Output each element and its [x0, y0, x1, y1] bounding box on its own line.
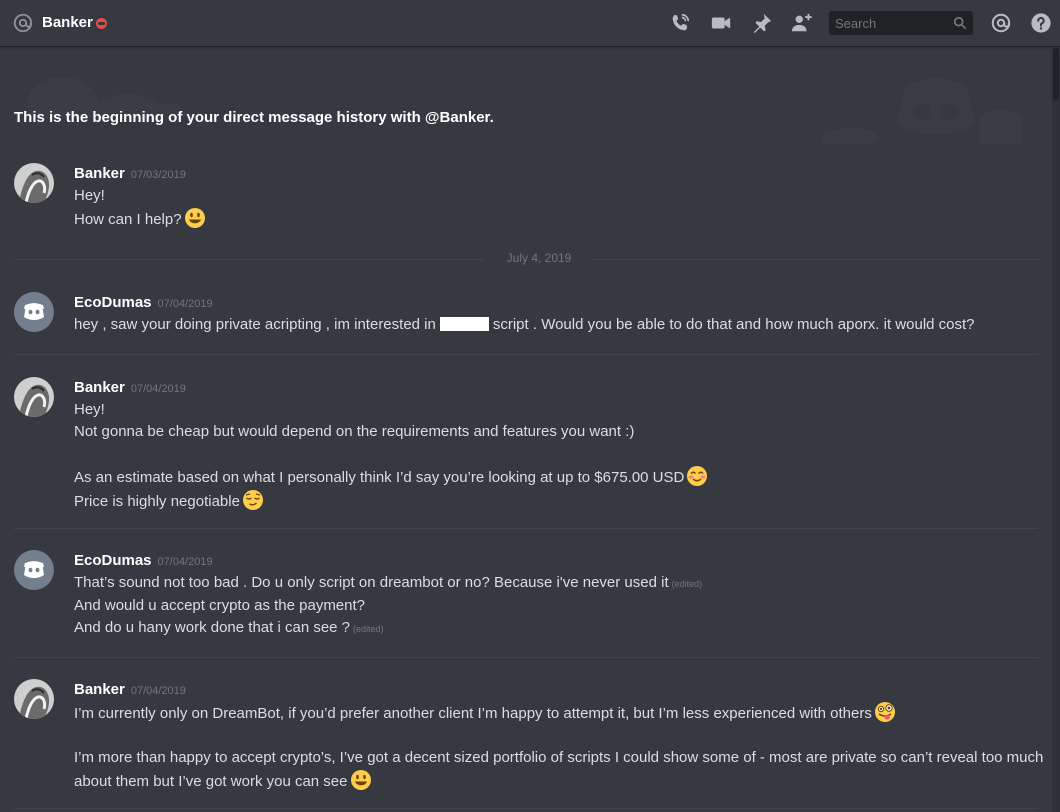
message-text: As an estimate based on what I personall…	[74, 469, 685, 486]
mention-icon[interactable]	[990, 12, 1012, 34]
search-bar[interactable]	[829, 11, 973, 35]
message-text: hey , saw your doing private acripting ,…	[74, 316, 436, 333]
timestamp: 07/04/2019	[157, 556, 213, 568]
discord-logo-icon	[24, 303, 44, 320]
avatar[interactable]	[14, 377, 54, 417]
avatar[interactable]	[14, 550, 54, 590]
scrollbar-thumb[interactable]	[1053, 48, 1059, 100]
video-call-icon[interactable]	[710, 12, 732, 34]
message-text: I’m more than happy to accept crypto’s, …	[74, 749, 1044, 790]
call-icon[interactable]	[669, 12, 691, 34]
avatar[interactable]	[14, 679, 54, 719]
discord-logo-decoration-icon	[822, 78, 1022, 144]
avatar[interactable]	[14, 163, 54, 203]
message-text: That’s sound not too bad . Do u only scr…	[74, 574, 669, 591]
message-text: I’m currently only on DreamBot, if you’d…	[74, 705, 872, 722]
username[interactable]: EcoDumas	[74, 552, 152, 569]
timestamp: 07/04/2019	[130, 685, 186, 697]
message-group: EcoDumas 07/04/2019 hey , saw your doing …	[0, 292, 1052, 352]
username[interactable]: Banker	[74, 379, 125, 396]
dm-intro-text: This is the beginning of your direct mes…	[14, 109, 494, 126]
edited-label: (edited)	[353, 624, 384, 634]
intro-prefix: This is the beginning of your direct mes…	[14, 109, 425, 126]
pin-icon[interactable]	[751, 12, 773, 34]
smiley-emoji-icon	[350, 770, 371, 790]
timestamp: 07/03/2019	[130, 169, 186, 181]
message-text: And would u accept crypto as the payment…	[74, 597, 366, 614]
message-scroller[interactable]: This is the beginning of your direct mes…	[0, 48, 1060, 812]
message-text: Hey!	[74, 401, 105, 418]
message-group: Banker 07/03/2019 Hey! How can I help?	[0, 163, 1052, 233]
relieved-emoji-icon	[242, 490, 263, 510]
discord-logo-icon	[24, 561, 44, 578]
message-text: Hey!	[74, 187, 105, 204]
intro-mention[interactable]: @Banker	[425, 109, 490, 126]
add-friend-icon[interactable]	[790, 12, 814, 34]
smiley-emoji-icon	[184, 208, 205, 228]
timestamp: 07/04/2019	[157, 298, 213, 310]
message-text: Not gonna be cheap but would depend on t…	[74, 423, 635, 440]
username[interactable]: Banker	[74, 681, 125, 698]
search-input[interactable]	[829, 11, 947, 35]
smiling-blush-emoji-icon	[687, 466, 708, 486]
search-icon[interactable]	[953, 16, 967, 30]
timestamp: 07/04/2019	[130, 383, 186, 395]
redaction-block	[439, 317, 489, 331]
dnd-status-icon	[96, 18, 107, 29]
username[interactable]: Banker	[74, 165, 125, 182]
message-separator	[14, 528, 1038, 529]
winking-tongue-emoji-icon	[874, 702, 895, 722]
message-text: Price is highly negotiable	[74, 493, 240, 510]
intro-suffix: .	[489, 109, 494, 126]
date-divider-label: July 4, 2019	[484, 251, 594, 265]
message-separator	[14, 808, 1038, 809]
scrollbar[interactable]	[1052, 48, 1060, 812]
message-group: Banker 07/04/2019 Hey! Not gonna be cheap…	[0, 377, 1052, 517]
message-group: EcoDumas 07/04/2019 That’s sound not too …	[0, 550, 1052, 642]
channel-header: Banker	[0, 0, 1060, 47]
message-separator	[14, 354, 1038, 355]
message-text: How can I help?	[74, 211, 182, 228]
edited-label: (edited)	[671, 579, 703, 589]
date-divider: July 4, 2019	[14, 251, 1038, 265]
message-group: Banker 07/04/2019 I’m currently only on D…	[0, 679, 1052, 812]
avatar[interactable]	[14, 292, 54, 332]
message-text: And do u hany work done that i can see ?	[74, 619, 351, 636]
message-separator	[14, 657, 1038, 658]
channel-title: Banker	[42, 14, 93, 31]
message-text: script . Would you be able to do that an…	[492, 316, 975, 333]
username[interactable]: EcoDumas	[74, 294, 152, 311]
at-icon	[13, 13, 33, 33]
help-icon[interactable]	[1030, 12, 1052, 34]
